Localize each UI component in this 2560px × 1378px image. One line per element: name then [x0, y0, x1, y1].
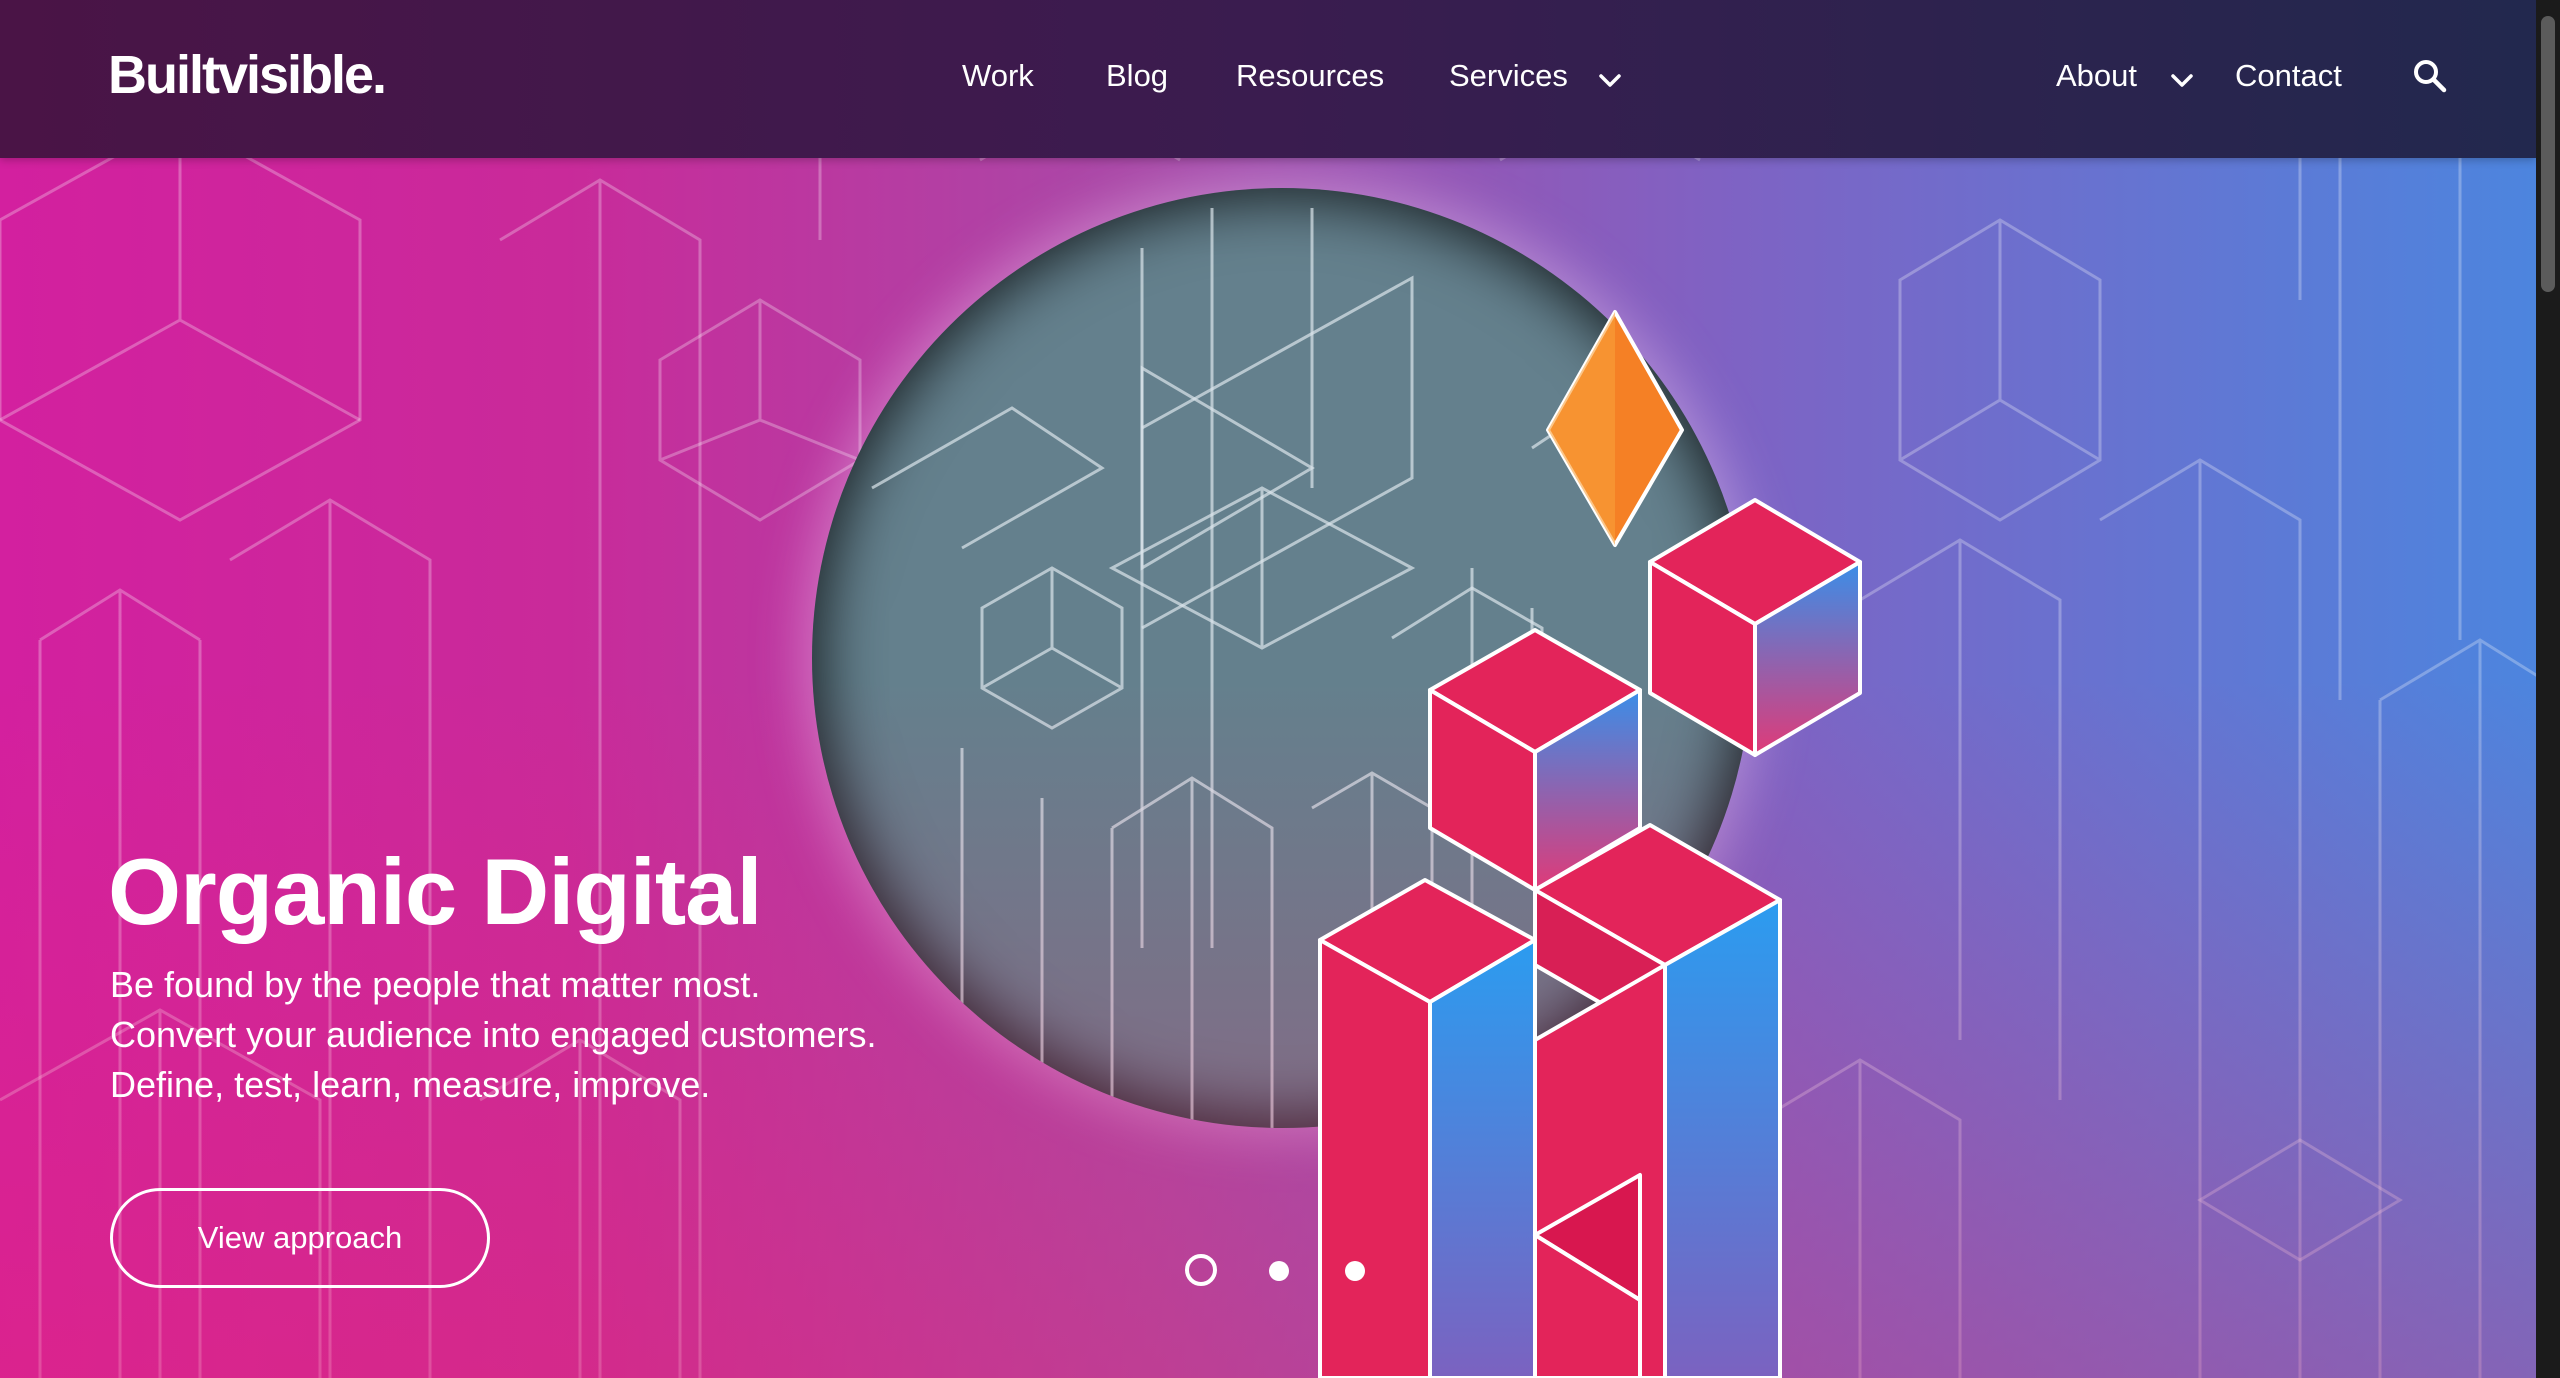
- nav-item-services[interactable]: Services: [1449, 58, 1568, 94]
- nav-item-contact[interactable]: Contact: [2235, 58, 2342, 94]
- top-navigation-bar: Builtvisible. Work Blog Resources Servic…: [0, 0, 2536, 158]
- chevron-down-icon[interactable]: [2164, 62, 2200, 98]
- view-approach-button[interactable]: View approach: [110, 1188, 490, 1288]
- page-scrollbar[interactable]: [2536, 0, 2560, 1378]
- isometric-blocks-illustration: [1318, 310, 1862, 1378]
- nav-item-blog[interactable]: Blog: [1106, 58, 1168, 94]
- nav-item-work[interactable]: Work: [962, 58, 1034, 94]
- carousel-dot-2[interactable]: [1269, 1261, 1289, 1281]
- hero-title: Organic Digital: [108, 839, 763, 944]
- builtvisible-logo[interactable]: Builtvisible.: [108, 44, 387, 106]
- hero-line-1: Be found by the people that matter most.: [110, 964, 761, 1005]
- hero-line-3: Define, test, learn, measure, improve.: [110, 1064, 711, 1105]
- nav-item-resources[interactable]: Resources: [1236, 58, 1384, 94]
- hero-line-2: Convert your audience into engaged custo…: [110, 1014, 877, 1055]
- nav-item-about[interactable]: About: [2056, 58, 2137, 94]
- carousel-dot-3[interactable]: [1345, 1261, 1365, 1281]
- scrollbar-thumb[interactable]: [2541, 16, 2555, 292]
- search-icon[interactable]: [2410, 56, 2450, 96]
- chevron-down-icon[interactable]: [1592, 62, 1628, 98]
- hero-description: Be found by the people that matter most.…: [110, 960, 876, 1110]
- carousel-dot-1-active[interactable]: [1185, 1254, 1217, 1286]
- hero-section: Organic Digital Be found by the people t…: [0, 0, 2560, 1378]
